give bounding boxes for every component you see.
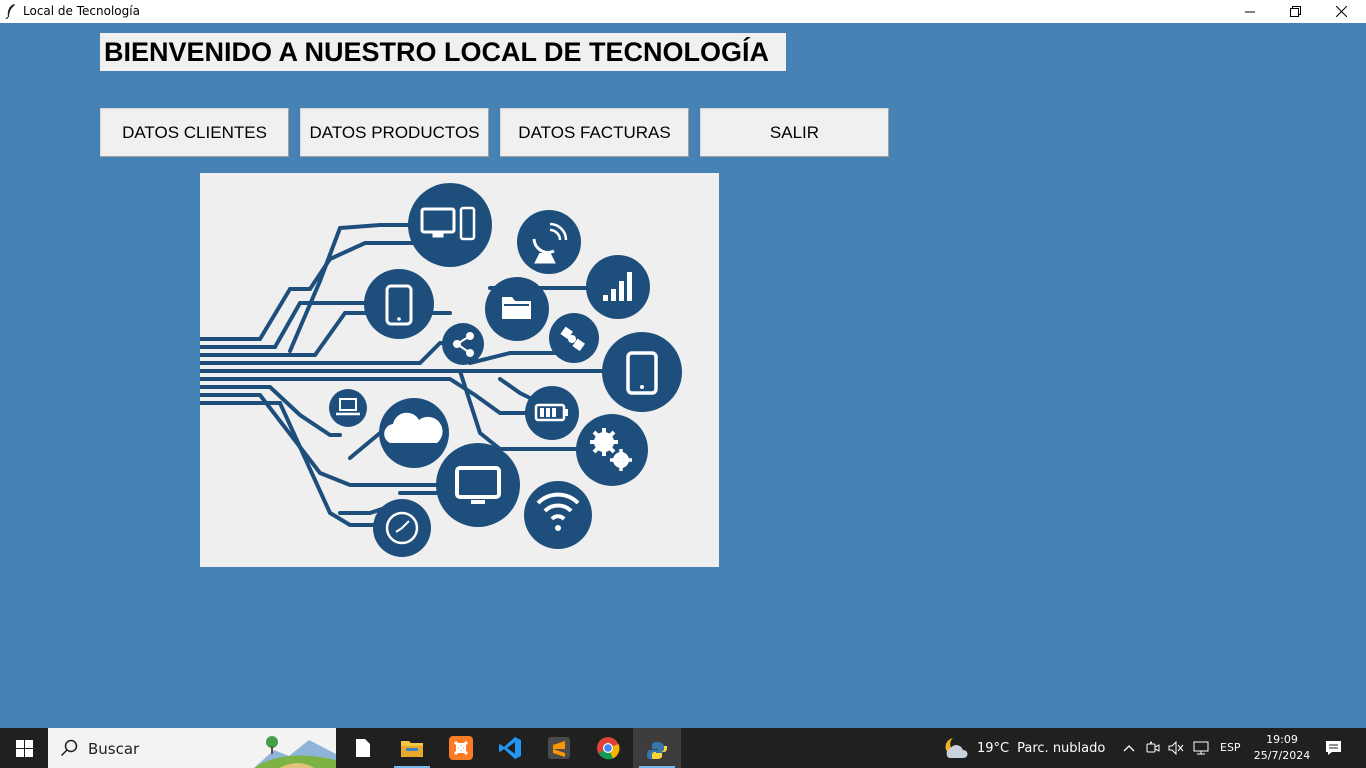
sublime-text-icon	[548, 737, 570, 759]
network-icon	[1193, 741, 1209, 755]
taskbar-vscode[interactable]	[486, 728, 534, 768]
datos-facturas-button[interactable]: DATOS FACTURAS	[500, 108, 689, 157]
window-title: Local de Tecnología	[23, 4, 140, 18]
search-highlight-scene-icon	[254, 736, 336, 768]
restore-icon	[1289, 6, 1301, 17]
notification-icon	[1325, 741, 1341, 755]
minimize-button[interactable]	[1227, 0, 1273, 23]
start-button[interactable]	[0, 728, 48, 768]
taskbar-python[interactable]	[633, 728, 681, 768]
clock-time: 19:09	[1266, 733, 1298, 746]
chrome-icon	[597, 737, 620, 760]
taskbar-xampp[interactable]	[437, 728, 485, 768]
restore-button[interactable]	[1272, 0, 1318, 23]
vscode-icon	[499, 737, 521, 759]
notification-center-button[interactable]	[1316, 728, 1350, 768]
show-hidden-icons-button[interactable]	[1120, 728, 1138, 768]
python-icon	[647, 738, 667, 759]
clock-date: 25/7/2024	[1253, 749, 1311, 762]
search-placeholder: Buscar	[88, 740, 140, 758]
camera-icon	[1146, 741, 1160, 753]
feather-icon	[5, 4, 15, 19]
windows-logo-icon	[15, 739, 33, 757]
taskbar-file-app[interactable]	[339, 728, 387, 768]
close-icon	[1335, 6, 1347, 17]
xampp-icon	[449, 736, 473, 760]
taskbar-search-box[interactable]: Buscar	[48, 728, 336, 768]
partly-cloudy-icon	[945, 738, 968, 758]
datos-clientes-button[interactable]: DATOS CLIENTES	[100, 108, 289, 157]
salir-button[interactable]: SALIR	[700, 108, 889, 157]
weather-description: Parc. nublado	[1017, 740, 1106, 756]
tray-camera[interactable]	[1142, 728, 1164, 768]
taskbar-file-explorer[interactable]	[388, 728, 436, 768]
taskbar-clock[interactable]: 19:09 25/7/2024	[1248, 732, 1316, 764]
close-button[interactable]	[1318, 0, 1364, 23]
taskbar: Buscar 19°C Parc. nublado ESP 19:09 25/7…	[0, 728, 1366, 768]
taskbar-chrome[interactable]	[584, 728, 632, 768]
file-icon	[356, 739, 370, 757]
technology-illustration	[200, 173, 719, 567]
window-titlebar: Local de Tecnología	[0, 0, 1366, 23]
minimize-icon	[1245, 11, 1255, 12]
search-icon	[60, 739, 78, 757]
tray-network[interactable]	[1190, 728, 1212, 768]
taskbar-weather[interactable]: 19°C Parc. nublado	[943, 728, 1105, 768]
datos-productos-button[interactable]: DATOS PRODUCTOS	[300, 108, 489, 157]
tray-volume[interactable]	[1165, 728, 1187, 768]
language-indicator[interactable]: ESP	[1220, 741, 1241, 754]
weather-temperature: 19°C	[977, 740, 1010, 756]
file-explorer-icon	[401, 741, 423, 757]
page-title: BIENVENIDO A NUESTRO LOCAL DE TECNOLOGÍA	[100, 33, 786, 71]
volume-muted-icon	[1168, 741, 1184, 755]
taskbar-sublime-text[interactable]	[535, 728, 583, 768]
chevron-up-icon	[1123, 745, 1135, 752]
